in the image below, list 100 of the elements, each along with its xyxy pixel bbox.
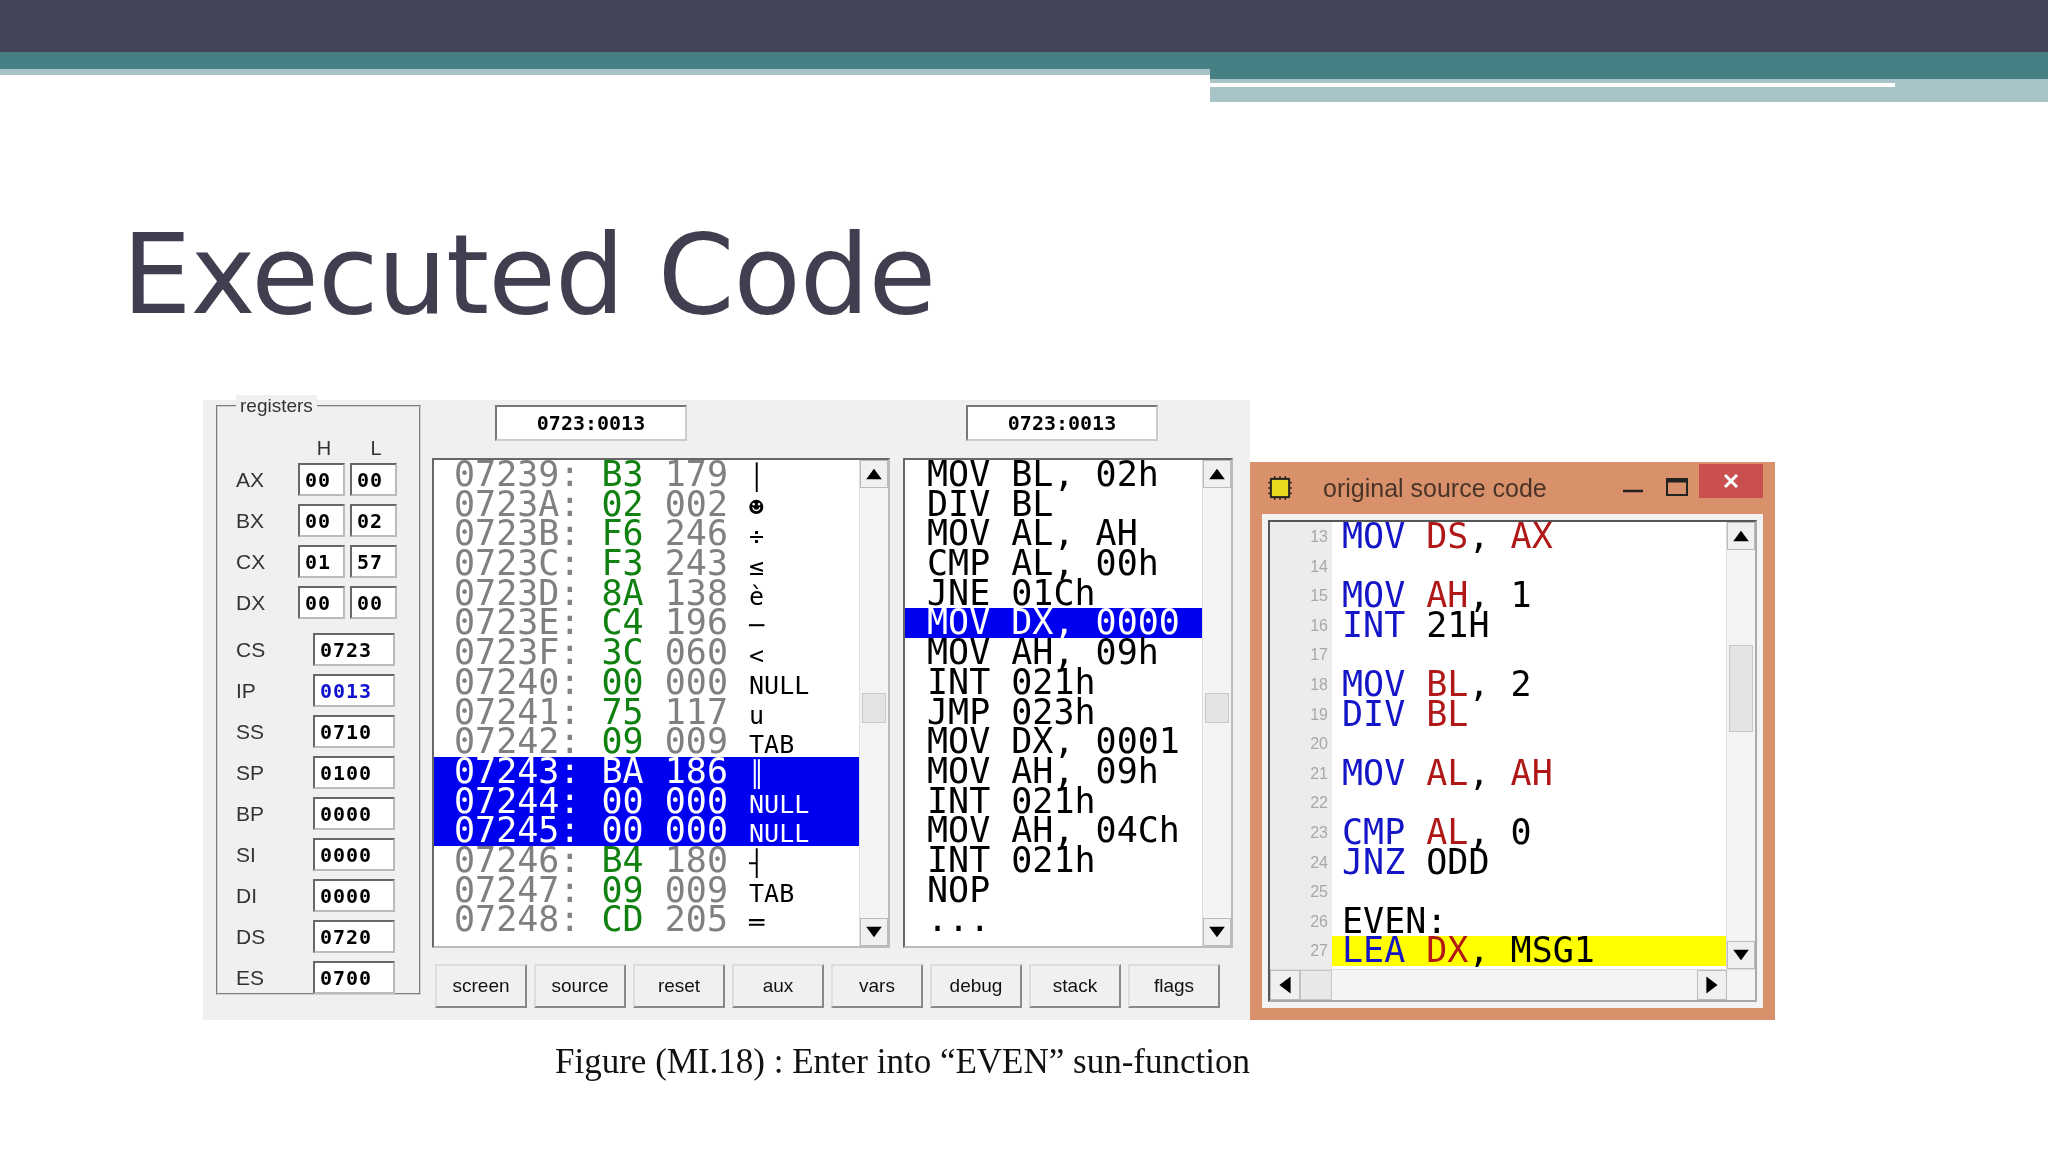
window-title: original source code <box>1323 473 1548 503</box>
instruction-row[interactable]: MOV AH, 09h <box>905 756 1202 787</box>
chip-icon <box>1267 475 1293 501</box>
line-number: 25 <box>1309 882 1329 903</box>
register-label: ES <box>235 965 265 990</box>
memory-row[interactable]: 07245: 00 000 NULL <box>434 816 859 846</box>
memory-row[interactable]: 07239: B3 179 │ <box>434 460 859 490</box>
register-field[interactable]: 0723 <box>313 633 395 666</box>
register-label: SI <box>235 842 257 867</box>
instruction-row[interactable]: NOP <box>905 875 1202 906</box>
register-field[interactable]: 00 <box>298 463 345 496</box>
line-number: 17 <box>1309 645 1329 666</box>
group-label: registers <box>236 395 317 417</box>
line-number: 18 <box>1309 674 1329 695</box>
register-label: SP <box>235 760 265 785</box>
toolbar-button[interactable]: reset <box>633 964 725 1008</box>
address-field[interactable]: 0723:0013 <box>495 405 687 441</box>
register-label: CX <box>235 549 267 574</box>
code-line: JNZ ODD <box>1341 847 1491 878</box>
line-number: 14 <box>1309 556 1329 577</box>
register-field[interactable]: 0100 <box>313 756 395 789</box>
register-field[interactable]: 0000 <box>313 797 395 830</box>
code-line: MOV AL, AH <box>1341 758 1554 789</box>
code-line: CMP AL, 0 <box>1341 817 1533 848</box>
instruction-row[interactable]: JMP 023h <box>905 697 1202 728</box>
memory-row[interactable]: 0723E: C4 196 ─ <box>434 608 859 639</box>
scrollbar[interactable] <box>859 460 888 946</box>
scrollbar-thumb[interactable] <box>1300 970 1332 1000</box>
line-number: 26 <box>1309 911 1329 932</box>
memory-row[interactable]: 0723B: F6 246 ÷ <box>434 519 859 550</box>
line-number: 16 <box>1309 615 1329 636</box>
register-field[interactable]: 0013 <box>313 674 395 707</box>
register-field[interactable]: 00 <box>298 504 345 537</box>
line-number: 22 <box>1309 793 1329 814</box>
code-line: EVEN: <box>1341 906 1448 937</box>
register-field[interactable]: 57 <box>350 545 397 578</box>
instruction-row[interactable]: MOV AH, 04Ch <box>905 816 1202 846</box>
toolbar-button[interactable]: screen <box>435 964 527 1008</box>
instruction-row[interactable]: MOV AH, 09h <box>905 638 1202 668</box>
register-label: DX <box>235 590 267 615</box>
address-field[interactable]: 0723:0013 <box>966 405 1158 441</box>
toolbar-button[interactable]: source <box>534 964 626 1008</box>
memory-row[interactable]: 07243: BA 186 ║ <box>434 756 859 787</box>
line-number: 24 <box>1309 852 1329 873</box>
toolbar-button[interactable]: vars <box>831 964 923 1008</box>
instruction-row[interactable]: JNE 01Ch <box>905 578 1202 609</box>
line-number: 15 <box>1309 586 1329 607</box>
register-label: CS <box>235 637 267 662</box>
code-line: MOV AH, 1 <box>1341 581 1533 611</box>
instruction-row[interactable]: ... <box>905 905 1202 935</box>
register-label: DS <box>235 924 267 949</box>
scrollbar[interactable] <box>1726 522 1755 969</box>
code-line: INT 21H <box>1341 610 1491 641</box>
register-field[interactable]: 00 <box>298 586 345 619</box>
instruction-row[interactable]: MOV DX, 0001 <box>905 727 1202 757</box>
slide-title: Executed Code <box>122 220 937 330</box>
scrollbar[interactable] <box>1202 460 1231 946</box>
instruction-row[interactable]: INT 021h <box>905 845 1202 876</box>
scrollbar-thumb[interactable] <box>862 693 886 723</box>
register-label: SS <box>235 719 265 744</box>
instruction-row[interactable]: INT 021h <box>905 667 1202 698</box>
memory-row[interactable]: 0723F: 3C 060 < <box>434 638 859 668</box>
register-field[interactable]: 02 <box>350 504 397 537</box>
column-header: L <box>369 437 383 459</box>
figure-caption: Figure (MI.18) : Enter into “EVEN” sun-function <box>555 1042 1251 1082</box>
register-field[interactable]: 0720 <box>313 920 395 953</box>
toolbar-button[interactable]: stack <box>1029 964 1121 1008</box>
line-number: 27 <box>1309 941 1329 962</box>
line-number: 20 <box>1309 734 1329 755</box>
close-icon[interactable] <box>1699 464 1763 498</box>
register-field[interactable]: 00 <box>350 586 397 619</box>
register-label: IP <box>235 678 257 703</box>
line-number: 21 <box>1309 763 1329 784</box>
register-field[interactable]: 0000 <box>313 838 395 871</box>
register-label: DI <box>235 883 258 908</box>
scrollbar-thumb[interactable] <box>1729 645 1753 732</box>
column-header: H <box>315 437 333 459</box>
memory-row[interactable]: 07240: 00 000 NULL <box>434 667 859 698</box>
memory-row[interactable]: 07248: CD 205 ═ <box>434 905 859 935</box>
memory-row[interactable]: 0723C: F3 243 ≤ <box>434 549 859 579</box>
instruction-row[interactable]: CMP AL, 00h <box>905 549 1202 579</box>
memory-row[interactable]: 07241: 75 117 u <box>434 697 859 728</box>
register-field[interactable]: 01 <box>298 545 345 578</box>
scrollbar-thumb[interactable] <box>1205 693 1229 723</box>
line-number: 19 <box>1309 704 1329 725</box>
line-number: 23 <box>1309 822 1329 843</box>
line-number: 13 <box>1309 527 1329 547</box>
register-field[interactable]: 0000 <box>313 879 395 912</box>
instruction-row[interactable]: MOV BL, 02h <box>905 460 1202 490</box>
toolbar-button[interactable]: aux <box>732 964 824 1008</box>
code-line: MOV DS, AX <box>1341 522 1554 552</box>
register-field[interactable]: 0700 <box>313 961 395 994</box>
register-field[interactable]: 00 <box>350 463 397 496</box>
register-field[interactable]: 0710 <box>313 715 395 748</box>
horizontal-scrollbar[interactable] <box>1270 969 1755 1000</box>
memory-row[interactable]: 0723D: 8A 138 è <box>434 578 859 609</box>
toolbar-button[interactable]: flags <box>1128 964 1220 1008</box>
memory-row[interactable]: 07246: B4 180 ┤ <box>434 845 859 876</box>
toolbar-button[interactable]: debug <box>930 964 1022 1008</box>
register-label: AX <box>235 467 265 492</box>
